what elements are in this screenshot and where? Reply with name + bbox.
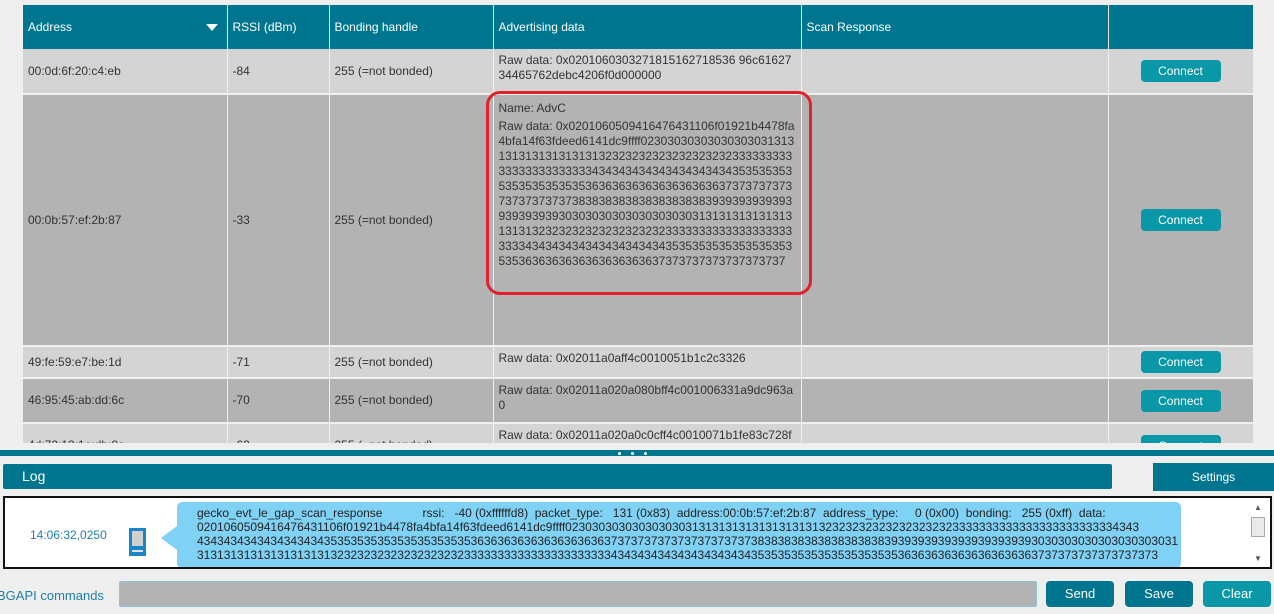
bonding-cell: 255 (=not bonded) [329, 94, 494, 347]
address-cell: 00:0b:57:ef:2b:87 [23, 94, 228, 347]
address-cell: 46:95:45:ab:dd:6c [23, 378, 228, 424]
table-header-row: Address RSSI (dBm) Bonding handle Advert… [23, 5, 1253, 49]
scroll-down-arrow-icon[interactable]: ▼ [1250, 553, 1266, 565]
raw-data-text: Raw data: 0x0201060303271815162718536 96… [498, 53, 792, 82]
bonding-cell: 255 (=not bonded) [329, 423, 494, 443]
action-cell: Connect [1108, 378, 1253, 424]
column-header-actions [1108, 5, 1253, 49]
raw-data-text: Raw data: 0x0201060509416476431106f01921… [498, 119, 795, 268]
action-cell: Connect [1108, 94, 1253, 347]
log-line: 3131313131313131313132323232323232323232… [197, 548, 1159, 562]
log-header: Log [3, 464, 1112, 489]
column-header-advertising-data[interactable]: Advertising data [493, 5, 802, 49]
splitter-grip-icon[interactable] [618, 450, 647, 456]
send-button[interactable]: Send [1046, 581, 1114, 607]
column-header-bonding[interactable]: Bonding handle [329, 5, 494, 49]
address-cell: 00:0d:6f:20:c4:eb [23, 49, 228, 95]
connect-button[interactable]: Connect [1140, 351, 1221, 373]
address-cell: 4d:72:13:1e:db:8a [23, 423, 228, 443]
log-line: gecko_evt_le_gap_scan_response rssi: -40… [197, 506, 1106, 520]
action-cell: Connect [1108, 346, 1253, 379]
log-panel[interactable]: 14:06:32,0250 gecko_evt_le_gap_scan_resp… [3, 496, 1272, 569]
bgapi-commands-label: BGAPI commands [0, 588, 104, 603]
sort-descending-icon[interactable] [205, 24, 218, 31]
scan-response-cell [801, 346, 1109, 379]
connect-button[interactable]: Connect [1140, 434, 1221, 443]
clear-button[interactable]: Clear [1203, 581, 1271, 607]
device-name-text: Name: AdvC [498, 101, 566, 115]
connect-button[interactable]: Connect [1140, 60, 1221, 82]
scroll-up-arrow-icon[interactable]: ▲ [1250, 502, 1266, 514]
table-row[interactable]: 46:95:45:ab:dd:6c -70 255 (=not bonded) … [23, 378, 1253, 424]
rssi-cell: -71 [227, 346, 330, 379]
advertising-data-cell: Raw data: 0x02011a020a0c0cff4c0010071b1f… [493, 423, 802, 443]
log-scrollbar[interactable]: ▲ ▼ [1250, 502, 1266, 565]
raw-data-text: Raw data: 0x02011a020a0c0cff4c0010071b1f… [498, 428, 792, 442]
address-cell: 49:fe:59:e7:be:1d [23, 346, 228, 379]
raw-data-text: Raw data: 0x02011a0aff4c0010051b1c2c3326 [498, 351, 746, 365]
scan-response-cell [801, 94, 1109, 347]
table-row[interactable]: 00:0b:57:ef:2b:87 -33 255 (=not bonded) … [23, 94, 1253, 347]
settings-button[interactable]: Settings [1153, 463, 1274, 491]
bubble-pointer [161, 526, 177, 550]
table-row[interactable]: 00:0d:6f:20:c4:eb -84 255 (=not bonded) … [23, 49, 1253, 95]
connect-button[interactable]: Connect [1140, 389, 1221, 412]
column-header-address[interactable]: Address [23, 5, 228, 49]
bonding-cell: 255 (=not bonded) [329, 49, 494, 95]
save-button[interactable]: Save [1125, 581, 1193, 607]
rssi-cell: -62 [227, 423, 330, 443]
bgapi-command-input[interactable] [119, 581, 1037, 607]
scan-response-cell [801, 378, 1109, 424]
scroll-thumb[interactable] [1251, 517, 1265, 537]
log-title: Log [22, 468, 46, 484]
raw-data-text: Raw data: 0x02011a020a080bff4c001006331a… [498, 383, 794, 412]
log-message-bubble: gecko_evt_le_gap_scan_response rssi: -40… [177, 502, 1181, 567]
table-row[interactable]: 4d:72:13:1e:db:8a -62 255 (=not bonded) … [23, 423, 1253, 443]
rssi-cell: -70 [227, 378, 330, 424]
log-timestamp: 14:06:32,0250 [30, 528, 107, 542]
action-cell: Connect [1108, 49, 1253, 95]
rssi-cell: -33 [227, 94, 330, 347]
advertising-data-cell: Raw data: 0x02011a0aff4c0010051b1c2c3326 [493, 346, 802, 379]
advertising-data-cell: Name: AdvC Raw data: 0x020106050941647643… [493, 94, 802, 347]
column-header-rssi[interactable]: RSSI (dBm) [227, 5, 330, 49]
advertising-data-cell: Raw data: 0x02011a020a080bff4c001006331a… [493, 378, 802, 424]
action-cell: Connect [1108, 423, 1253, 443]
bonding-cell: 255 (=not bonded) [329, 346, 494, 379]
log-line: 0201060509416476431106f01921b4478fa4bfa1… [197, 520, 1140, 534]
bonding-cell: 255 (=not bonded) [329, 378, 494, 424]
scan-response-cell [801, 49, 1109, 95]
scan-results-table: Address RSSI (dBm) Bonding handle Advert… [23, 5, 1253, 443]
rssi-cell: -84 [227, 49, 330, 95]
log-line: 4343434343434343434353535353535353535353… [197, 534, 1179, 548]
table-row[interactable]: 49:fe:59:e7:be:1d -71 255 (=not bonded) … [23, 346, 1253, 379]
connect-button[interactable]: Connect [1140, 209, 1221, 231]
scan-results-table-container: Address RSSI (dBm) Bonding handle Advert… [23, 5, 1253, 443]
scan-response-cell [801, 423, 1109, 443]
device-event-icon [129, 528, 146, 556]
column-header-scan-response[interactable]: Scan Response [801, 5, 1109, 49]
advertising-data-cell: Raw data: 0x0201060303271815162718536 96… [493, 49, 802, 95]
